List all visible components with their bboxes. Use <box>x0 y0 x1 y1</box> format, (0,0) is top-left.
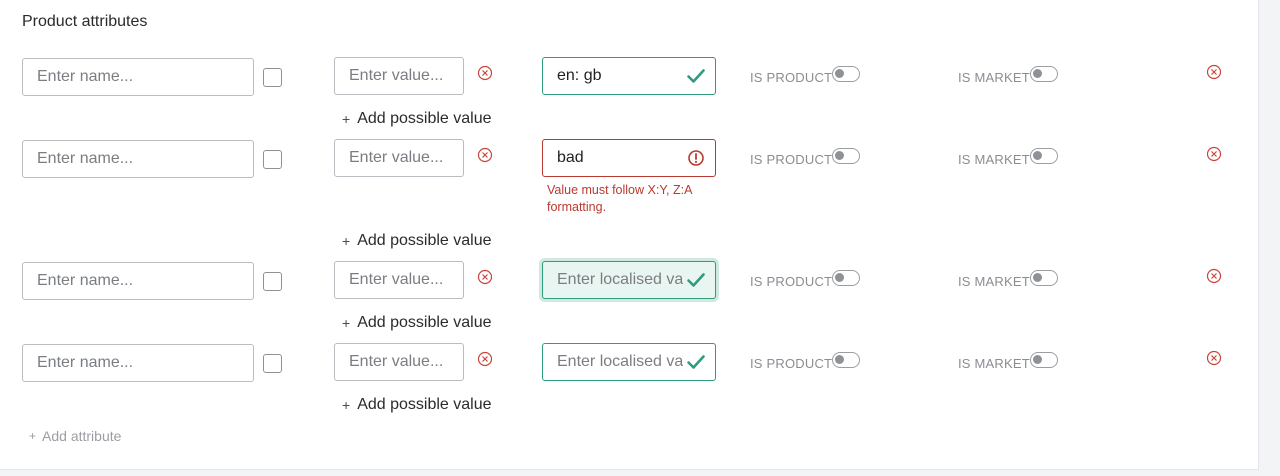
localised-value-field <box>542 139 716 177</box>
is-product-toggle[interactable] <box>832 66 860 82</box>
plus-icon: + <box>342 397 351 413</box>
alert-circle-icon <box>688 150 704 166</box>
toggle-knob <box>835 355 844 364</box>
toggle-knob <box>1033 273 1042 282</box>
add-possible-value-button[interactable]: + Add possible value <box>342 109 492 129</box>
plus-icon: + <box>342 111 351 127</box>
localised-value-input[interactable] <box>543 140 683 175</box>
attribute-name-input[interactable] <box>22 58 254 96</box>
localised-value-field <box>542 261 716 299</box>
is-market-toggle[interactable] <box>1030 270 1058 286</box>
add-possible-value-button[interactable]: + Add possible value <box>342 231 492 251</box>
attribute-checkbox[interactable] <box>263 150 282 169</box>
plus-icon: + <box>342 315 351 331</box>
circle-x-icon[interactable] <box>477 147 493 163</box>
attribute-name-input[interactable] <box>22 344 254 382</box>
is-product-label: IS PRODUCT <box>750 152 833 167</box>
is-market-toggle[interactable] <box>1030 352 1058 368</box>
is-product-label: IS PRODUCT <box>750 70 833 85</box>
plus-icon: + <box>29 429 37 443</box>
add-possible-value-label: Add possible value <box>357 396 492 413</box>
add-possible-value-label: Add possible value <box>357 232 492 249</box>
is-product-label: IS PRODUCT <box>750 356 833 371</box>
add-possible-value-button[interactable]: + Add possible value <box>342 313 492 333</box>
circle-x-icon[interactable] <box>1206 268 1222 284</box>
is-market-label: IS MARKET <box>958 274 1030 289</box>
circle-x-icon[interactable] <box>1206 146 1222 162</box>
toggle-knob <box>835 151 844 160</box>
toggle-knob <box>835 273 844 282</box>
checkmark-icon <box>687 69 705 83</box>
circle-x-icon[interactable] <box>477 351 493 367</box>
add-possible-value-button[interactable]: + Add possible value <box>342 395 492 415</box>
circle-x-icon[interactable] <box>477 269 493 285</box>
checkmark-icon <box>687 355 705 369</box>
validation-error-message: Value must follow X:Y, Z:A formatting. <box>547 183 692 214</box>
attribute-name-input[interactable] <box>22 140 254 178</box>
add-attribute-button[interactable]: + Add attribute <box>29 428 121 444</box>
localised-value-input[interactable] <box>543 344 683 379</box>
toggle-knob <box>1033 355 1042 364</box>
localised-value-input[interactable] <box>543 58 683 93</box>
toggle-knob <box>1033 151 1042 160</box>
toggle-knob <box>1033 69 1042 78</box>
add-possible-value-label: Add possible value <box>357 110 492 127</box>
attribute-name-input[interactable] <box>22 262 254 300</box>
is-market-toggle[interactable] <box>1030 66 1058 82</box>
attribute-value-input[interactable] <box>334 57 464 95</box>
is-market-label: IS MARKET <box>958 152 1030 167</box>
add-attribute-label: Add attribute <box>42 428 122 444</box>
add-possible-value-label: Add possible value <box>357 314 492 331</box>
attribute-row: Value must follow X:Y, Z:A formatting. I… <box>0 139 1259 214</box>
circle-x-icon[interactable] <box>1206 350 1222 366</box>
plus-icon: + <box>342 233 351 249</box>
attribute-row: IS PRODUCT IS MARKET <box>0 57 1259 98</box>
toggle-knob <box>835 69 844 78</box>
attribute-value-input[interactable] <box>334 139 464 177</box>
localised-value-field <box>542 343 716 381</box>
attribute-value-input[interactable] <box>334 343 464 381</box>
attribute-value-input[interactable] <box>334 261 464 299</box>
is-market-label: IS MARKET <box>958 70 1030 85</box>
product-attributes-panel: Product attributes IS PRODUCT IS MARKET … <box>0 0 1259 470</box>
is-product-toggle[interactable] <box>832 148 860 164</box>
circle-x-icon[interactable] <box>1206 64 1222 80</box>
is-market-toggle[interactable] <box>1030 148 1058 164</box>
localised-value-field <box>542 57 716 95</box>
localised-value-input[interactable] <box>543 262 683 297</box>
attribute-checkbox[interactable] <box>263 354 282 373</box>
attribute-row: IS PRODUCT IS MARKET <box>0 343 1259 384</box>
is-product-toggle[interactable] <box>832 352 860 368</box>
is-product-toggle[interactable] <box>832 270 860 286</box>
is-market-label: IS MARKET <box>958 356 1030 371</box>
circle-x-icon[interactable] <box>477 65 493 81</box>
attribute-row: IS PRODUCT IS MARKET <box>0 261 1259 302</box>
checkmark-icon <box>687 273 705 287</box>
is-product-label: IS PRODUCT <box>750 274 833 289</box>
attribute-checkbox[interactable] <box>263 272 282 291</box>
attribute-checkbox[interactable] <box>263 68 282 87</box>
section-title: Product attributes <box>22 13 148 30</box>
